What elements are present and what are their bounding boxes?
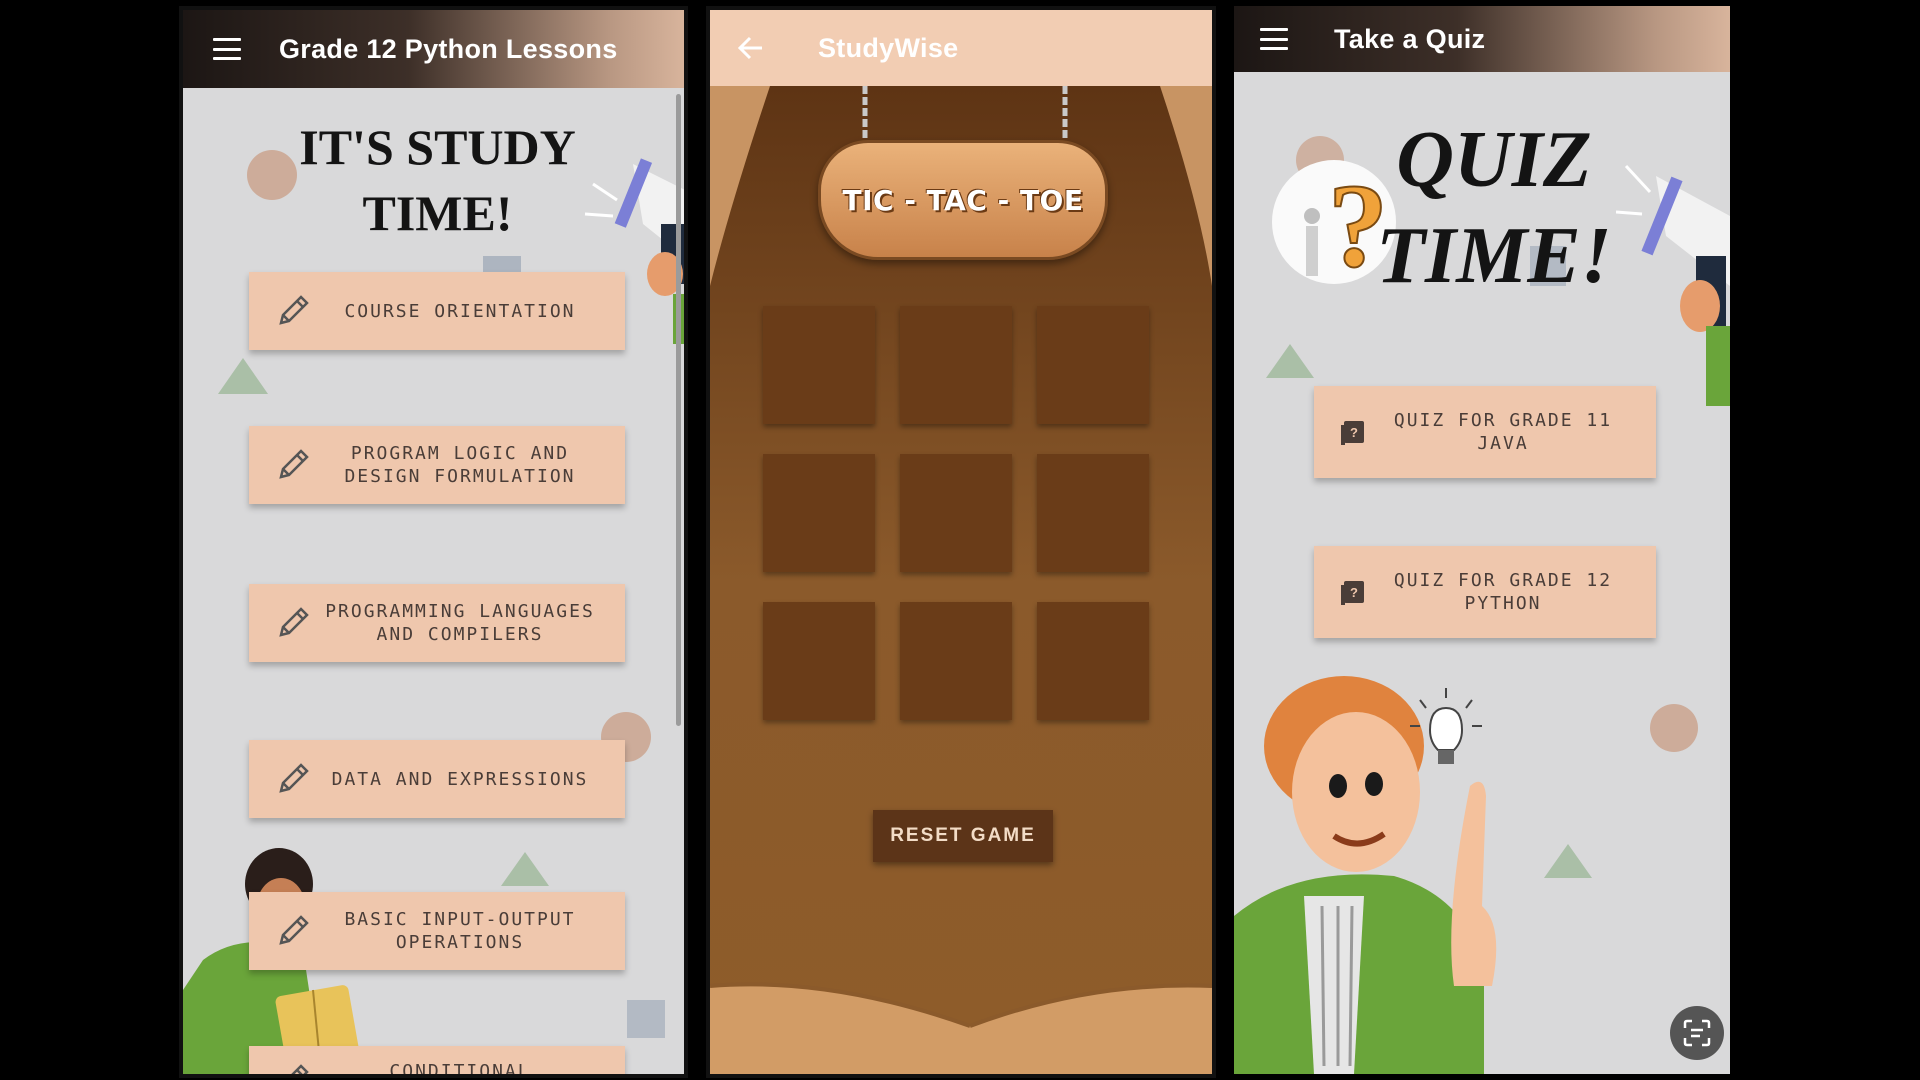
quiz-book-icon: ? [1338,417,1368,447]
menu-icon[interactable] [213,38,241,60]
board-cell[interactable] [1037,602,1149,720]
pencil-icon [273,603,313,643]
lesson-label: COURSE ORIENTATION [344,300,576,322]
lesson-label: PROGRAMMING LANGUAGES AND COMPILERS [325,601,595,645]
board-cell[interactable] [763,454,875,572]
lesson-button[interactable]: PROGRAM LOGIC AND DESIGN FORMULATION [249,426,625,504]
pencil-icon [273,291,313,331]
pencil-icon [273,1060,313,1074]
lesson-button[interactable]: CONDITIONAL [249,1046,625,1078]
svg-text:?: ? [1350,585,1358,600]
lesson-button[interactable]: PROGRAMMING LANGUAGES AND COMPILERS [249,584,625,662]
board-cell[interactable] [1037,306,1149,424]
lightbulb-icon [1410,688,1482,764]
lesson-label: PROGRAM LOGIC AND DESIGN FORMULATION [344,443,576,487]
board-cell[interactable] [900,602,1012,720]
quiz-screen: Take a Quiz ? QUIZ TIME! ? QUIZ FOR GRADE… [1234,6,1730,1074]
lesson-label: BASIC INPUT-OUTPUT OPERATIONS [344,909,576,953]
game-board [710,10,1212,1074]
lesson-label: CONDITIONAL [389,1061,531,1078]
lesson-button[interactable]: BASIC INPUT-OUTPUT OPERATIONS [249,892,625,970]
scrollbar-track[interactable] [676,94,681,726]
lesson-button[interactable]: DATA AND EXPRESSIONS [249,740,625,818]
quiz-button[interactable]: ? QUIZ FOR GRADE 11 JAVA [1314,386,1656,478]
pencil-icon [273,445,313,485]
scan-text-icon [1683,1019,1711,1047]
lessons-screen: Grade 12 Python Lessons IT'S STUDY TIME!… [179,6,688,1078]
board-cell[interactable] [900,454,1012,572]
svg-text:?: ? [1350,425,1358,440]
reset-game-label: RESET GAME [890,825,1036,846]
board-cell[interactable] [1037,454,1149,572]
screen-search-button[interactable] [1670,1006,1724,1060]
board-cell[interactable] [763,602,875,720]
quiz-label: QUIZ FOR GRADE 11 JAVA [1393,410,1613,454]
game-screen: StudyWise TIC - TAC - TOE RESET GAME [706,6,1216,1078]
quiz-book-icon: ? [1338,577,1368,607]
decor-square [627,1000,665,1038]
lesson-button[interactable]: COURSE ORIENTATION [249,272,625,350]
quiz-label: QUIZ FOR GRADE 12 PYTHON [1393,570,1613,614]
man-with-idea-illustration [1234,676,1497,1074]
lesson-list: COURSE ORIENTATION PROGRAM LOGIC AND DESI… [249,10,625,1078]
lesson-label: DATA AND EXPRESSIONS [331,768,589,790]
pencil-icon [273,759,313,799]
reset-game-button[interactable]: RESET GAME [873,810,1053,862]
quiz-button[interactable]: ? QUIZ FOR GRADE 12 PYTHON [1314,546,1656,638]
board-cell[interactable] [900,306,1012,424]
pencil-icon [273,911,313,951]
board-cell[interactable] [763,306,875,424]
